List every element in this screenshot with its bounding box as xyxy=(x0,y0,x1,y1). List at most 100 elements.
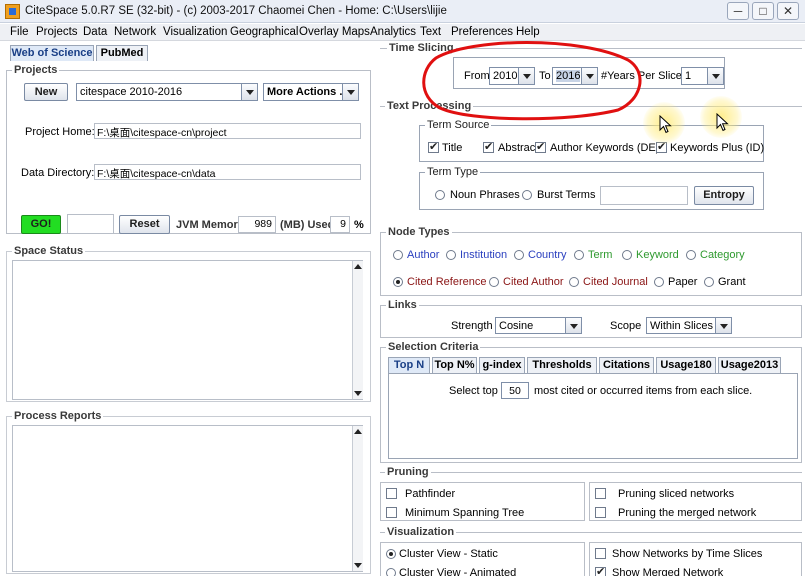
menu-overlay-maps[interactable]: Overlay Maps xyxy=(299,26,370,38)
reset-button[interactable]: Reset xyxy=(119,215,170,234)
strength-select[interactable]: Cosine xyxy=(495,317,582,334)
links-label: Links xyxy=(386,299,419,311)
data-directory-field[interactable]: F:\桌面\citespace-cn\data xyxy=(94,164,361,180)
node-cited-author-radio[interactable] xyxy=(489,277,499,287)
scroll-down-icon xyxy=(354,391,362,396)
to-year-select[interactable]: 2016 xyxy=(552,67,598,85)
node-institution-label: Institution xyxy=(460,249,508,261)
tab-pubmed[interactable]: PubMed xyxy=(96,45,148,61)
scroll-down-icon xyxy=(354,563,362,568)
scope-select[interactable]: Within Slices xyxy=(646,317,732,334)
chevron-down-icon xyxy=(342,84,358,100)
minimum-spanning-tree-label: Minimum Spanning Tree xyxy=(405,507,525,519)
node-country-radio[interactable] xyxy=(514,250,524,260)
node-cited-journal-label: Cited Journal xyxy=(583,276,648,288)
node-cited-reference-label: Cited Reference xyxy=(407,276,487,288)
menu-data[interactable]: Data xyxy=(83,26,107,38)
menu-visualization[interactable]: Visualization xyxy=(163,26,227,38)
node-grant-label: Grant xyxy=(718,276,746,288)
node-paper-label: Paper xyxy=(668,276,698,288)
minimum-spanning-tree-checkbox[interactable] xyxy=(386,507,397,518)
show-networks-by-time-slices-label: Show Networks by Time Slices xyxy=(612,548,763,560)
node-cited-author-label: Cited Author xyxy=(503,276,564,288)
project-select-value: citespace 2010-2016 xyxy=(80,86,183,98)
burst-terms-radio[interactable] xyxy=(522,190,532,200)
tab-citations[interactable]: Citations xyxy=(599,357,654,373)
abstract-checkbox[interactable] xyxy=(483,140,494,153)
tab-top-n-percent[interactable]: Top N% xyxy=(432,357,477,373)
selection-criteria-label: Selection Criteria xyxy=(386,341,481,353)
cluster-view-animated-radio[interactable] xyxy=(386,568,396,576)
pathfinder-checkbox[interactable] xyxy=(386,488,397,499)
menu-preferences[interactable]: Preferences xyxy=(451,26,513,38)
title-checkbox[interactable] xyxy=(428,140,439,153)
years-per-slice-select[interactable]: 1 xyxy=(681,67,724,85)
cluster-view-static-radio[interactable] xyxy=(386,549,396,559)
project-home-field[interactable]: F:\桌面\citespace-cn\project xyxy=(94,123,361,139)
tab-usage2013[interactable]: Usage2013 xyxy=(718,357,781,373)
to-label: To xyxy=(539,70,551,82)
tab-top-n[interactable]: Top N xyxy=(388,357,430,373)
process-reports-area[interactable] xyxy=(12,425,363,572)
close-button[interactable]: ✕ xyxy=(777,2,799,20)
menu-file[interactable]: File xyxy=(10,26,29,38)
node-cited-journal-radio[interactable] xyxy=(569,277,579,287)
tab-thresholds[interactable]: Thresholds xyxy=(527,357,597,373)
strength-label: Strength xyxy=(451,320,493,332)
node-category-radio[interactable] xyxy=(686,250,696,260)
node-institution-radio[interactable] xyxy=(446,250,456,260)
menu-text[interactable]: Text xyxy=(420,26,441,38)
node-paper-radio[interactable] xyxy=(654,277,664,287)
more-actions-value: More Actions ... xyxy=(267,86,349,98)
node-author-radio[interactable] xyxy=(393,250,403,260)
tab-usage180[interactable]: Usage180 xyxy=(656,357,716,373)
node-grant-radio[interactable] xyxy=(704,277,714,287)
menu-network[interactable]: Network xyxy=(114,26,156,38)
show-merged-network-checkbox[interactable] xyxy=(595,565,606,576)
show-networks-by-time-slices-checkbox[interactable] xyxy=(595,548,606,559)
selection-criteria-group: Selection Criteria Top N Top N% g-index … xyxy=(380,341,802,463)
menu-analytics[interactable]: Analytics xyxy=(370,26,416,38)
tab-g-index[interactable]: g-index xyxy=(479,357,525,373)
top-n-input[interactable]: 50 xyxy=(501,382,529,399)
time-slicing-group: Time Slicing From 2010 To 2016 #Years Pe… xyxy=(380,42,802,100)
project-select[interactable]: citespace 2010-2016 xyxy=(76,83,258,101)
new-project-button[interactable]: New xyxy=(24,83,68,101)
noun-phrases-radio[interactable] xyxy=(435,190,445,200)
menu-projects[interactable]: Projects xyxy=(36,26,78,38)
pruning-merged-network-checkbox[interactable] xyxy=(595,507,606,518)
author-keywords-checkbox[interactable] xyxy=(535,140,546,153)
term-source-label: Term Source xyxy=(425,119,492,131)
node-category-label: Category xyxy=(700,249,745,261)
scope-label: Scope xyxy=(610,320,642,332)
entropy-button[interactable]: Entropy xyxy=(694,186,754,205)
node-term-radio[interactable] xyxy=(574,250,584,260)
to-year-value: 2016 xyxy=(556,70,581,82)
from-year-select[interactable]: 2010 xyxy=(489,67,535,85)
time-slicing-label: Time Slicing xyxy=(387,42,456,54)
space-status-area[interactable] xyxy=(12,260,363,400)
scroll-up-icon xyxy=(354,429,362,434)
more-actions-select[interactable]: More Actions ... xyxy=(263,83,359,101)
show-merged-network-label: Show Merged Network xyxy=(612,567,724,576)
node-keyword-label: Keyword xyxy=(636,249,679,261)
visualization-right-box: Show Networks by Time Slices Show Merged… xyxy=(589,542,802,576)
tab-web-of-science[interactable]: Web of Science xyxy=(10,45,94,61)
chevron-down-icon xyxy=(707,68,723,84)
space-status-scrollbar[interactable] xyxy=(352,261,363,399)
maximize-button[interactable]: □ xyxy=(752,2,774,20)
burst-terms-input[interactable] xyxy=(600,186,688,205)
noun-phrases-label: Noun Phrases xyxy=(450,189,520,201)
burst-terms-label: Burst Terms xyxy=(537,189,596,201)
go-button[interactable]: GO! xyxy=(21,215,61,234)
menu-help[interactable]: Help xyxy=(516,26,540,38)
node-cited-reference-radio[interactable] xyxy=(393,277,403,287)
process-reports-scrollbar[interactable] xyxy=(352,426,363,571)
pruning-sliced-networks-checkbox[interactable] xyxy=(595,488,606,499)
minimize-button[interactable]: ─ xyxy=(727,2,749,20)
visualization-left-box: Cluster View - Static Cluster View - Ani… xyxy=(380,542,585,576)
node-keyword-radio[interactable] xyxy=(622,250,632,260)
left-panel: Web of Science PubMed Projects New cites… xyxy=(0,42,376,576)
menu-geographical[interactable]: Geographical xyxy=(230,26,298,38)
links-group: Links Strength Cosine Scope Within Slice… xyxy=(380,299,802,338)
